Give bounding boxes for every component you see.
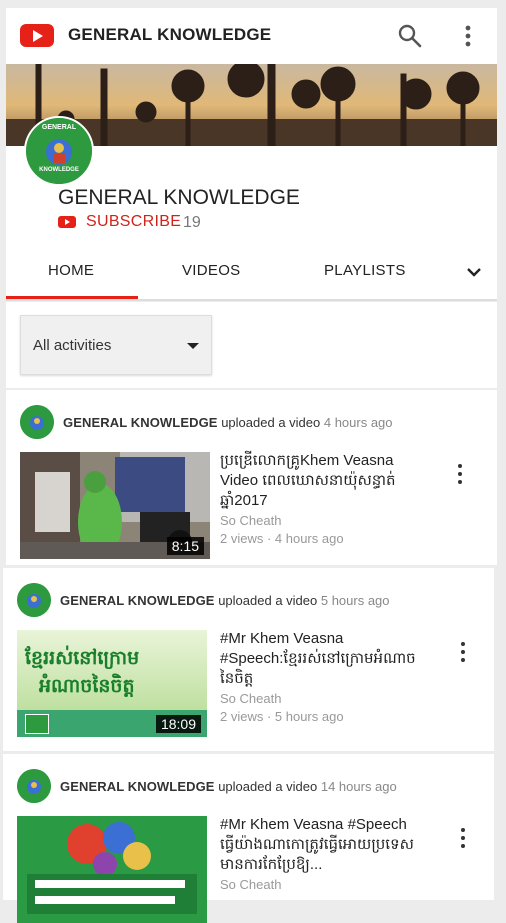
video-thumbnail[interactable]: ខ្មែររស់នៅក្រោម អំណាចនៃចិត្ត 18:09 bbox=[17, 630, 207, 737]
activity-channel[interactable]: GENERAL KNOWLEDGE bbox=[63, 415, 218, 430]
video-duration: 8:15 bbox=[166, 537, 204, 555]
more-options-icon[interactable] bbox=[458, 22, 478, 50]
activity-verb: uploaded a video bbox=[218, 593, 318, 608]
chevron-down-icon[interactable] bbox=[465, 265, 483, 279]
activity-card: GENERAL KNOWLEDGE uploaded a video 14 ho… bbox=[3, 754, 494, 923]
subscribe-icon[interactable] bbox=[58, 216, 76, 228]
activity-card: GENERAL KNOWLEDGE uploaded a video 4 hou… bbox=[6, 390, 497, 565]
video-more-icon[interactable] bbox=[458, 642, 468, 666]
video-owner[interactable]: So Cheath bbox=[220, 877, 281, 892]
tab-videos[interactable]: VIDEOS bbox=[182, 262, 240, 279]
video-meta: 2 views · 4 hours ago bbox=[220, 531, 344, 546]
channel-header: GENERAL KNOWLEDGE GENERAL KNOWLEDGE SUBS… bbox=[6, 116, 497, 301]
youtube-logo-icon[interactable] bbox=[20, 24, 54, 47]
activity-time: 4 hours ago bbox=[323, 415, 393, 430]
video-thumbnail[interactable] bbox=[17, 816, 207, 923]
video-title[interactable]: ប្រឌ្រើលោកគ្រូKhem Veasna Video ពេលឃោសនា… bbox=[220, 451, 425, 511]
activity-filter-value: All activities bbox=[33, 337, 112, 354]
video-more-icon[interactable] bbox=[458, 828, 468, 852]
activity-filter-bar: All activities bbox=[6, 302, 497, 388]
channel-avatar[interactable]: GENERAL KNOWLEDGE bbox=[24, 116, 94, 186]
thumbnail-text-line1: ខ្មែររស់នៅក្រោម bbox=[25, 648, 140, 669]
activity-filter-dropdown[interactable]: All activities bbox=[20, 315, 212, 375]
dropdown-caret-icon bbox=[187, 343, 199, 349]
video-title[interactable]: #Mr Khem Veasna #Speech ធ្វើយ៉ាងណាកោត្រូ… bbox=[220, 815, 425, 875]
video-more-icon[interactable] bbox=[455, 464, 465, 488]
app-title: GENERAL KNOWLEDGE bbox=[68, 25, 272, 44]
video-thumbnail[interactable]: 8:15 bbox=[20, 452, 210, 559]
video-title[interactable]: #Mr Khem Veasna #Speech:ខ្មែររស់នៅក្រោមអ… bbox=[220, 629, 425, 689]
tab-home[interactable]: HOME bbox=[48, 262, 94, 279]
tabs-divider bbox=[6, 299, 497, 301]
app-header: GENERAL KNOWLEDGE bbox=[6, 8, 497, 64]
video-owner[interactable]: So Cheath bbox=[220, 691, 281, 706]
subscriber-count: 19 bbox=[183, 214, 201, 231]
activity-channel[interactable]: GENERAL KNOWLEDGE bbox=[60, 593, 215, 608]
activity-verb: uploaded a video bbox=[218, 779, 318, 794]
search-icon[interactable] bbox=[397, 23, 423, 49]
subscribe-button[interactable]: SUBSCRIBE bbox=[86, 213, 181, 231]
avatar-text-top: GENERAL bbox=[41, 124, 77, 131]
activity-header: GENERAL KNOWLEDGE uploaded a video 5 hou… bbox=[60, 593, 390, 608]
activity-time: 5 hours ago bbox=[320, 593, 390, 608]
tab-playlists[interactable]: PLAYLISTS bbox=[324, 262, 406, 279]
thumbnail-text-line2: អំណាចនៃចិត្ត bbox=[39, 676, 135, 697]
activity-time: 14 hours ago bbox=[320, 779, 397, 794]
activity-header: GENERAL KNOWLEDGE uploaded a video 14 ho… bbox=[60, 779, 397, 794]
activity-avatar[interactable] bbox=[17, 583, 51, 617]
activity-channel[interactable]: GENERAL KNOWLEDGE bbox=[60, 779, 215, 794]
activity-avatar[interactable] bbox=[20, 405, 54, 439]
activity-header: GENERAL KNOWLEDGE uploaded a video 4 hou… bbox=[63, 415, 393, 430]
activity-avatar[interactable] bbox=[17, 769, 51, 803]
channel-name: GENERAL KNOWLEDGE bbox=[58, 186, 300, 209]
video-meta: 2 views · 5 hours ago bbox=[220, 709, 344, 724]
activity-card: GENERAL KNOWLEDGE uploaded a video 5 hou… bbox=[3, 568, 494, 751]
video-owner[interactable]: So Cheath bbox=[220, 513, 281, 528]
avatar-text-bottom: KNOWLEDGE bbox=[39, 167, 79, 173]
activity-verb: uploaded a video bbox=[221, 415, 321, 430]
video-duration: 18:09 bbox=[155, 715, 201, 733]
